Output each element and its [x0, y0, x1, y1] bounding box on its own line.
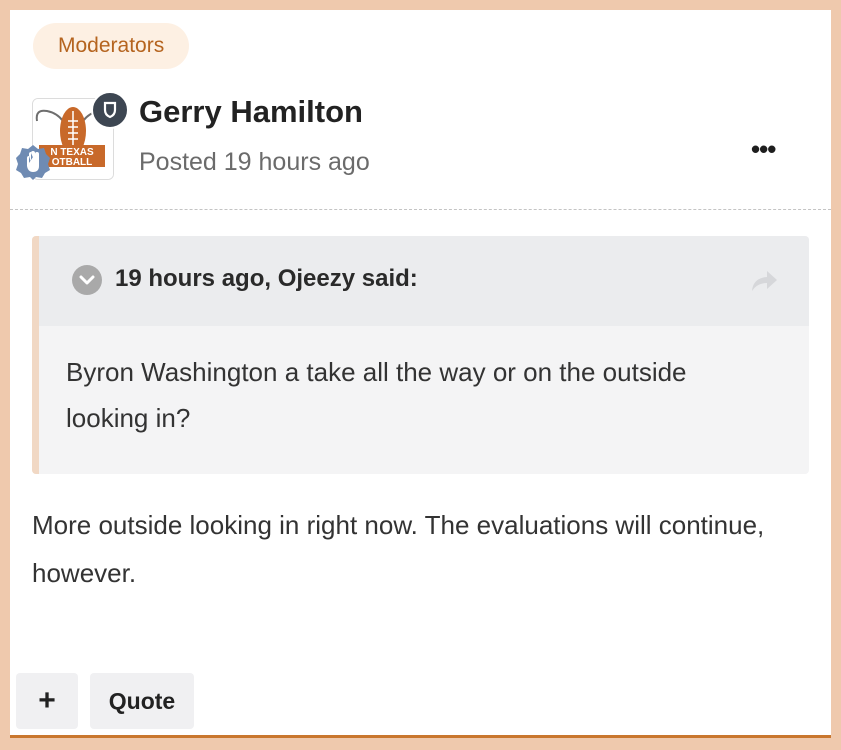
moderators-badge[interactable]: Moderators — [33, 23, 190, 69]
quote-header: 19 hours ago, Ojeezy said: — [39, 236, 809, 326]
quote-body: Byron Washington a take all the way or o… — [66, 357, 687, 433]
avatar-text-line2: OTBALL — [52, 157, 93, 168]
quote-block: 19 hours ago, Ojeezy said: Byron Washing… — [32, 236, 809, 474]
hand-badge-icon — [15, 144, 51, 180]
add-reaction-button[interactable]: + — [16, 673, 78, 729]
chevron-down-icon[interactable] — [72, 265, 102, 295]
author-name[interactable]: Gerry Hamilton — [139, 94, 363, 130]
bottom-rule — [10, 735, 831, 738]
quote-accent-bar — [32, 236, 39, 474]
shield-icon — [91, 91, 129, 129]
quote-citation: 19 hours ago, Ojeezy said: — [115, 265, 418, 292]
post-timestamp[interactable]: Posted 19 hours ago — [139, 148, 370, 177]
share-arrow-icon[interactable] — [749, 269, 779, 293]
post-card: Moderators N TEXAS OTBALL Gerry Hamilton… — [10, 10, 831, 738]
post-body: More outside looking in right now. The e… — [32, 510, 765, 588]
ellipsis-icon[interactable]: ••• — [751, 136, 791, 162]
quote-button[interactable]: Quote — [90, 673, 194, 729]
header-divider — [10, 209, 831, 210]
